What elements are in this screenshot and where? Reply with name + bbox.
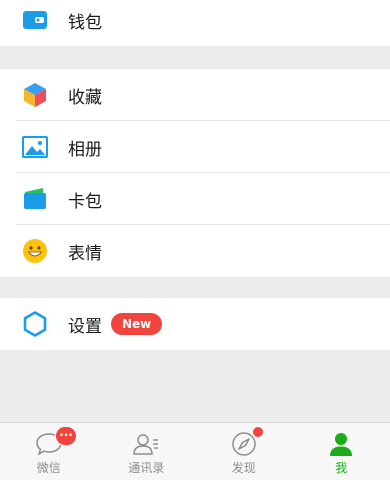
- tools-group: 收藏 相册 卡包 表情: [0, 69, 390, 277]
- menu-item-label: 收藏: [68, 87, 102, 108]
- menu-item-label: 相册: [68, 139, 102, 160]
- menu-item-favorites[interactable]: 收藏: [0, 69, 390, 121]
- notification-dot: [253, 427, 263, 437]
- menu-item-label: 设置: [68, 316, 102, 337]
- unread-badge: ···: [55, 426, 77, 446]
- menu-item-stickers[interactable]: 表情: [0, 225, 390, 277]
- tab-label: 发现: [231, 461, 256, 475]
- person-icon: [326, 430, 356, 458]
- bottom-tab-bar: ··· 微信 通讯录 发现 我: [0, 422, 390, 480]
- tab-label: 通讯录: [128, 461, 165, 475]
- tab-label: 微信: [36, 461, 61, 475]
- menu-item-label: 表情: [68, 243, 102, 264]
- smiley-icon: [22, 238, 48, 264]
- cube-icon: [22, 82, 48, 108]
- tab-contacts[interactable]: 通讯录: [98, 423, 196, 480]
- wallet-icon: [22, 7, 48, 33]
- tab-me[interactable]: 我: [293, 423, 390, 480]
- photo-icon: [22, 134, 48, 160]
- contacts-icon: [131, 430, 161, 458]
- card-pack-icon: [22, 186, 48, 212]
- settings-group: 设置 New: [0, 298, 390, 350]
- menu-item-settings[interactable]: 设置 New: [0, 298, 390, 350]
- tab-chats[interactable]: ··· 微信: [0, 423, 98, 480]
- menu-item-wallet[interactable]: 钱包: [0, 0, 390, 46]
- tab-discover[interactable]: 发现: [195, 423, 293, 480]
- menu-item-album[interactable]: 相册: [0, 121, 390, 173]
- menu-item-label: 卡包: [68, 191, 102, 212]
- menu-item-cards[interactable]: 卡包: [0, 173, 390, 225]
- menu-item-label: 钱包: [68, 12, 102, 33]
- wallet-group: 钱包: [0, 0, 390, 46]
- new-badge: New: [111, 313, 163, 335]
- tab-label: 我: [335, 461, 348, 475]
- gear-icon: [22, 311, 48, 337]
